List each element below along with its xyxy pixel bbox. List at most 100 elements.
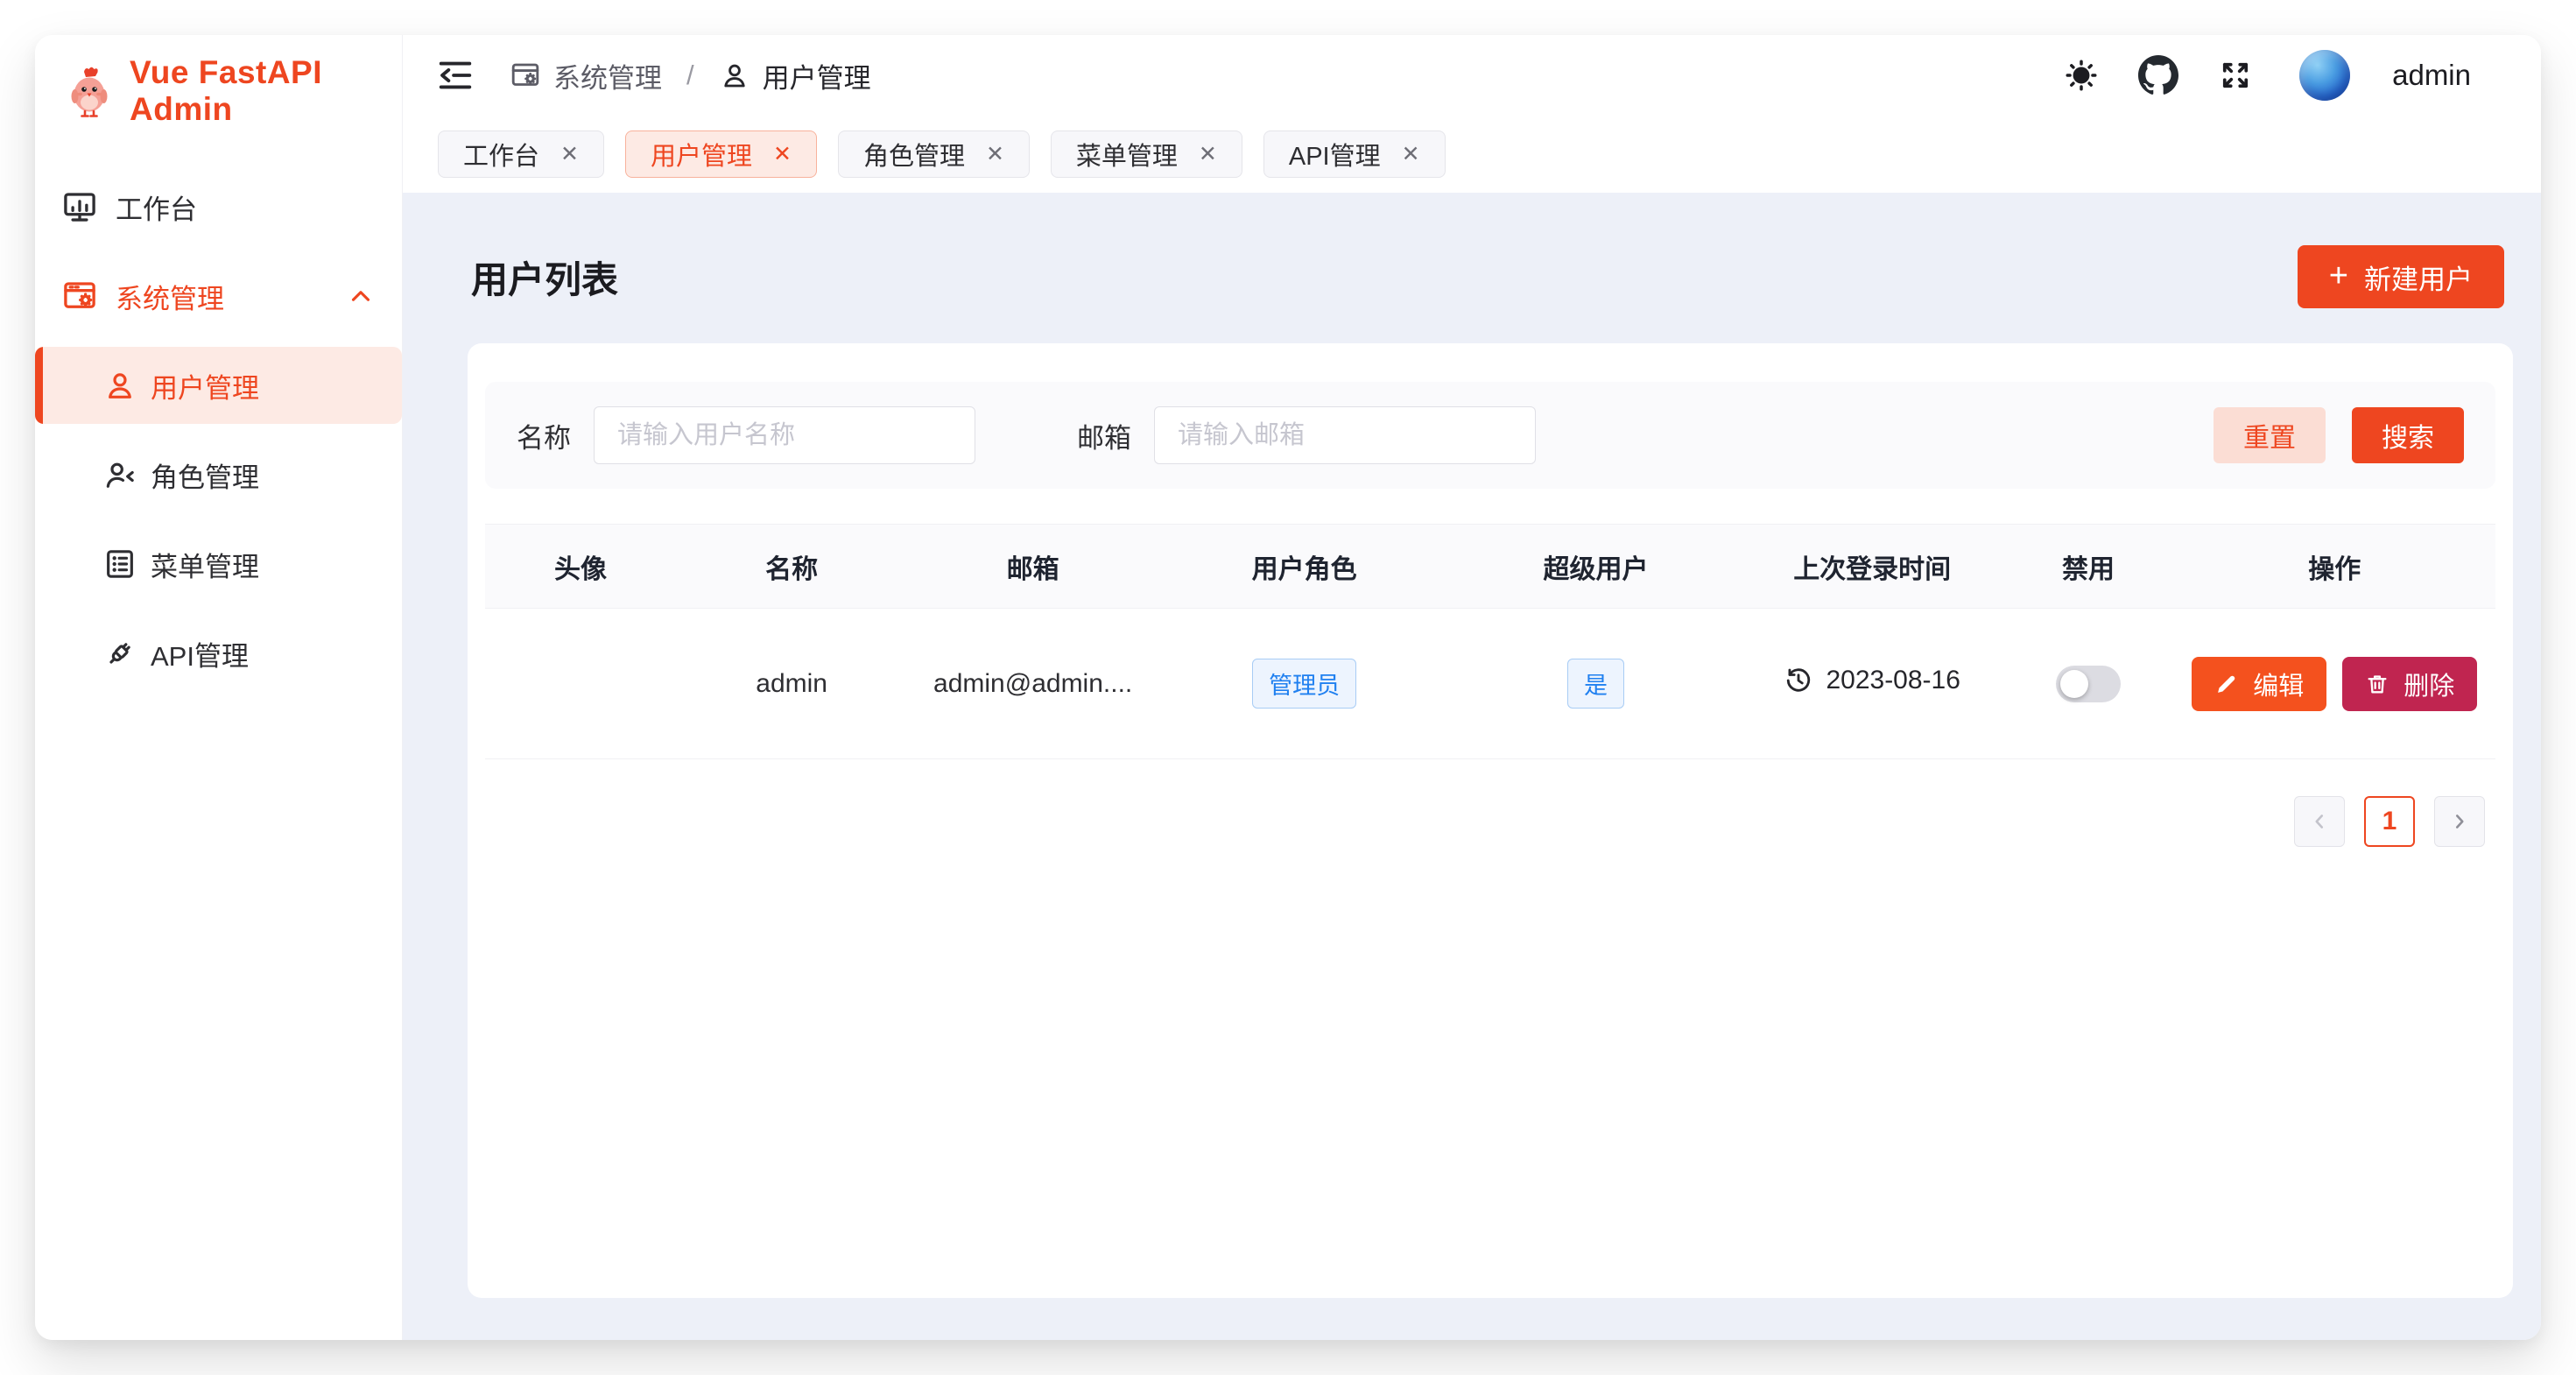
- last-login-value: 2023-08-16: [1826, 666, 1960, 695]
- role-badge: 管理员: [1252, 659, 1356, 709]
- user-avatar[interactable]: [2299, 50, 2350, 101]
- close-icon[interactable]: ✕: [1402, 141, 1420, 167]
- tab-api-management[interactable]: API管理 ✕: [1263, 130, 1446, 178]
- cell-actions: 编辑 删: [2174, 609, 2495, 759]
- tab-label: 角色管理: [863, 136, 965, 173]
- cell-avatar: [485, 609, 676, 759]
- tab-label: 用户管理: [651, 136, 752, 173]
- close-icon[interactable]: ✕: [773, 141, 792, 167]
- breadcrumb: 系统管理 / 用户管理: [510, 56, 871, 95]
- tab-role-management[interactable]: 角色管理 ✕: [838, 130, 1030, 178]
- sidebar: Vue FastAPI Admin 工作台: [35, 35, 403, 1340]
- reset-button[interactable]: 重置: [2214, 407, 2326, 463]
- app-window: Vue FastAPI Admin 工作台: [35, 35, 2541, 1340]
- sidebar-item-label: 菜单管理: [151, 545, 259, 584]
- sidebar-item-system[interactable]: 系统管理: [35, 257, 402, 335]
- delete-label: 删除: [2404, 666, 2454, 702]
- breadcrumb-separator: /: [681, 60, 700, 91]
- api-plug-icon: [102, 635, 138, 672]
- theme-sun-icon[interactable]: [2061, 55, 2101, 95]
- cell-role: 管理员: [1158, 609, 1450, 759]
- tab-bar: 工作台 ✕ 用户管理 ✕ 角色管理 ✕ 菜单管理 ✕ API管理 ✕: [403, 116, 2541, 193]
- content-card: 名称 邮箱 重置 搜索: [468, 343, 2513, 1298]
- sidebar-item-label: 角色管理: [151, 455, 259, 495]
- system-gear-icon: [61, 278, 98, 314]
- close-icon[interactable]: ✕: [1199, 141, 1217, 167]
- edit-label: 编辑: [2253, 666, 2304, 702]
- superuser-badge: 是: [1567, 659, 1624, 709]
- role-icon: [102, 456, 138, 493]
- search-button[interactable]: 搜索: [2352, 407, 2464, 463]
- disable-toggle[interactable]: [2056, 666, 2121, 702]
- chevron-up-icon: [346, 281, 376, 311]
- sidebar-item-api-management[interactable]: API管理: [35, 615, 402, 692]
- search-actions: 重置 搜索: [2214, 407, 2464, 463]
- pagination: 1: [485, 796, 2495, 847]
- tab-menu-management[interactable]: 菜单管理 ✕: [1051, 130, 1242, 178]
- email-field-group: 邮箱: [1077, 406, 1536, 464]
- cell-disabled: [2002, 609, 2173, 759]
- top-header: 系统管理 / 用户管理: [403, 35, 2541, 116]
- col-last-login: 上次登录时间: [1742, 525, 2002, 609]
- page-title: 用户列表: [471, 250, 618, 304]
- tab-label: API管理: [1289, 136, 1381, 173]
- cell-superuser: 是: [1450, 609, 1742, 759]
- chick-logo-icon: [65, 64, 114, 118]
- sidebar-item-label: 用户管理: [151, 366, 259, 405]
- search-panel: 名称 邮箱 重置 搜索: [485, 382, 2495, 489]
- breadcrumb-label: 用户管理: [763, 56, 871, 95]
- tab-workbench[interactable]: 工作台 ✕: [438, 130, 604, 178]
- cell-email: admin@admin....: [907, 609, 1158, 759]
- github-icon[interactable]: [2138, 55, 2178, 95]
- col-name: 名称: [676, 525, 907, 609]
- menu-list-icon: [102, 546, 138, 582]
- sidebar-menu: 工作台 系统管理: [35, 147, 402, 692]
- add-user-label: 新建用户: [2364, 257, 2473, 297]
- breadcrumb-item-system[interactable]: 系统管理: [510, 56, 662, 95]
- col-email: 邮箱: [907, 525, 1158, 609]
- sidebar-item-workbench[interactable]: 工作台: [35, 168, 402, 245]
- sidebar-item-role-management[interactable]: 角色管理: [35, 436, 402, 513]
- breadcrumb-item-users[interactable]: 用户管理: [719, 56, 871, 95]
- col-avatar: 头像: [485, 525, 676, 609]
- pencil-icon: [2214, 672, 2239, 696]
- username[interactable]: admin: [2392, 59, 2471, 92]
- table-row: admin admin@admin.... 管理员 是: [485, 609, 2495, 759]
- close-icon[interactable]: ✕: [560, 141, 579, 167]
- sidebar-item-menu-management[interactable]: 菜单管理: [35, 525, 402, 603]
- menu-fold-icon[interactable]: [434, 54, 476, 96]
- history-clock-icon: [1784, 666, 1813, 695]
- add-user-button[interactable]: + 新建用户: [2298, 245, 2504, 308]
- sidebar-item-label: 系统管理: [116, 277, 224, 316]
- email-input[interactable]: [1154, 406, 1536, 464]
- edit-button[interactable]: 编辑: [2192, 657, 2326, 711]
- fullscreen-icon[interactable]: [2215, 55, 2256, 95]
- pagination-next-button[interactable]: [2434, 796, 2485, 847]
- users-table: 头像 名称 邮箱 用户角色 超级用户 上次登录时间 禁用 操作: [485, 524, 2495, 759]
- cell-name: admin: [676, 609, 907, 759]
- sidebar-item-user-management[interactable]: 用户管理: [35, 347, 402, 424]
- table-header-row: 头像 名称 邮箱 用户角色 超级用户 上次登录时间 禁用 操作: [485, 525, 2495, 609]
- pagination-page-1[interactable]: 1: [2364, 796, 2415, 847]
- col-role: 用户角色: [1158, 525, 1450, 609]
- pagination-prev-button[interactable]: [2294, 796, 2345, 847]
- user-icon: [102, 367, 138, 404]
- cell-last-login: 2023-08-16: [1742, 609, 2002, 759]
- brand-title: Vue FastAPI Admin: [130, 54, 402, 128]
- chevron-right-icon: [2448, 810, 2471, 833]
- col-disabled: 禁用: [2002, 525, 2173, 609]
- col-superuser: 超级用户: [1450, 525, 1742, 609]
- delete-button[interactable]: 删除: [2342, 657, 2477, 711]
- tab-user-management[interactable]: 用户管理 ✕: [625, 130, 817, 178]
- tab-label: 菜单管理: [1076, 136, 1178, 173]
- name-input[interactable]: [594, 406, 975, 464]
- tab-label: 工作台: [463, 136, 539, 173]
- brand[interactable]: Vue FastAPI Admin: [35, 35, 402, 147]
- close-icon[interactable]: ✕: [986, 141, 1004, 167]
- email-label: 邮箱: [1077, 416, 1131, 455]
- name-label: 名称: [517, 416, 571, 455]
- monitor-icon: [61, 188, 98, 225]
- sidebar-item-label: 工作台: [116, 187, 197, 227]
- breadcrumb-label: 系统管理: [553, 56, 662, 95]
- sidebar-item-label: API管理: [151, 634, 249, 673]
